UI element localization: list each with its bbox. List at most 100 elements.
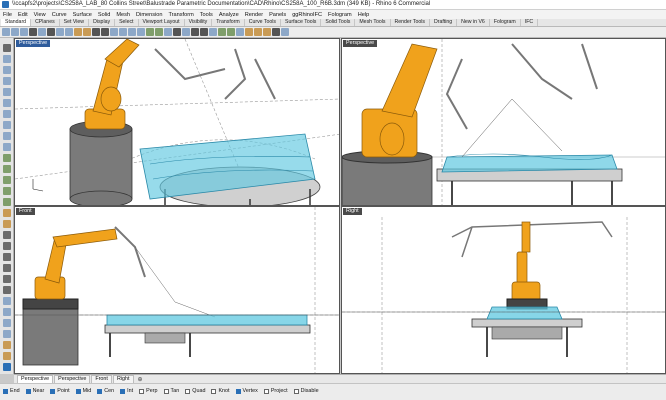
boolean-union-icon[interactable]	[3, 209, 11, 217]
viewport-perspective-1[interactable]: Perspective	[14, 38, 340, 206]
viewport-title-front[interactable]: Front	[16, 208, 35, 215]
cut-icon[interactable]	[47, 28, 55, 36]
help-icon[interactable]	[281, 28, 289, 36]
zoom-icon[interactable]	[110, 28, 118, 36]
redo-icon[interactable]	[83, 28, 91, 36]
text-tool-icon[interactable]	[3, 352, 11, 360]
menu-solid[interactable]: Solid	[98, 12, 110, 18]
mesh-icon[interactable]	[236, 28, 244, 36]
split-tool-icon[interactable]	[3, 308, 11, 316]
copy-tool-icon[interactable]	[3, 242, 11, 250]
tab-surface-tools[interactable]: Surface Tools	[281, 19, 322, 26]
osnap-near-checkbox[interactable]	[25, 388, 31, 394]
osnap-int-checkbox[interactable]	[120, 388, 126, 394]
menu-analyze[interactable]: Analyze	[219, 12, 239, 18]
layer-icon[interactable]	[164, 28, 172, 36]
point-tool-icon[interactable]	[3, 55, 11, 63]
menu-edit[interactable]: Edit	[18, 12, 28, 18]
surface-icon[interactable]	[218, 28, 226, 36]
rectangle-tool-icon[interactable]	[3, 121, 11, 129]
display-mode-icon[interactable]	[182, 28, 190, 36]
curve-tool-icon[interactable]	[3, 88, 11, 96]
print-icon[interactable]	[29, 28, 37, 36]
tab-mesh-tools[interactable]: Mesh Tools	[355, 19, 391, 26]
zoom-extents-icon[interactable]	[128, 28, 136, 36]
osnap-disable[interactable]: Disable	[293, 388, 319, 394]
options-icon[interactable]	[272, 28, 280, 36]
osnap-quad-checkbox[interactable]	[185, 388, 191, 394]
osnap-tan[interactable]: Tan	[163, 388, 179, 394]
menu-curve[interactable]: Curve	[52, 12, 67, 18]
osnap-point[interactable]: Point	[50, 388, 70, 394]
new-icon[interactable]	[2, 28, 10, 36]
select-pointer-icon[interactable]	[3, 44, 11, 52]
viewport-right[interactable]: Right	[341, 206, 666, 374]
extrude-tool-icon[interactable]	[3, 165, 11, 173]
loft-tool-icon[interactable]	[3, 176, 11, 184]
osnap-vertex-checkbox[interactable]	[235, 388, 241, 394]
tab-select[interactable]: Select	[115, 19, 139, 26]
viewport-perspective-2[interactable]: Perspective	[341, 38, 666, 206]
rotate-tool-icon[interactable]	[3, 253, 11, 261]
osnap-near[interactable]: Near	[25, 388, 44, 394]
array-tool-icon[interactable]	[3, 286, 11, 294]
properties-icon[interactable]	[173, 28, 181, 36]
tab-viewport-layout[interactable]: Viewport Layout	[139, 19, 185, 26]
paste-icon[interactable]	[65, 28, 73, 36]
menu-mesh[interactable]: Mesh	[116, 12, 130, 18]
render-icon[interactable]	[245, 28, 253, 36]
tab-fologram[interactable]: Fologram	[490, 19, 521, 26]
undo-icon[interactable]	[74, 28, 82, 36]
viewport-front[interactable]: Front	[14, 206, 340, 374]
menu-fologram[interactable]: Fologram	[328, 12, 352, 18]
viewport-title-perspective-2[interactable]: Perspective	[343, 40, 378, 47]
osnap-knot-checkbox[interactable]	[211, 388, 217, 394]
boolean-difference-icon[interactable]	[3, 220, 11, 228]
viewport-tab-perspective-2[interactable]: Perspective	[54, 375, 91, 383]
osnap-disable-checkbox[interactable]	[293, 388, 299, 394]
viewport-title-perspective-1[interactable]: Perspective	[16, 40, 51, 47]
tab-ifc[interactable]: IFC	[521, 19, 539, 26]
tab-drafting[interactable]: Drafting	[430, 19, 458, 26]
light-icon[interactable]	[263, 28, 271, 36]
osnap-perp[interactable]: Perp	[139, 388, 158, 394]
osnap-end[interactable]: End	[3, 388, 20, 394]
osnap-mid-checkbox[interactable]	[75, 388, 81, 394]
zoom-window-icon[interactable]	[119, 28, 127, 36]
pan-icon[interactable]	[92, 28, 100, 36]
osnap-project-checkbox[interactable]	[263, 388, 269, 394]
osnap-int[interactable]: Int	[120, 388, 133, 394]
osnap-quad[interactable]: Quad	[185, 388, 205, 394]
menu-tools[interactable]: Tools	[200, 12, 213, 18]
tab-solid-tools[interactable]: Solid Tools	[321, 19, 356, 26]
mirror-tool-icon[interactable]	[3, 275, 11, 283]
arc-tool-icon[interactable]	[3, 110, 11, 118]
tab-cplanes[interactable]: CPlanes	[31, 19, 60, 26]
osnap-knot[interactable]: Knot	[211, 388, 230, 394]
scale-tool-icon[interactable]	[3, 264, 11, 272]
save-icon[interactable]	[20, 28, 28, 36]
tab-new-in-v6[interactable]: New in V6	[457, 19, 490, 26]
explode-tool-icon[interactable]	[3, 330, 11, 338]
menu-surface[interactable]: Surface	[73, 12, 92, 18]
osnap-cen[interactable]: Cen	[97, 388, 114, 394]
zoom-selected-icon[interactable]	[137, 28, 145, 36]
osnap-perp-checkbox[interactable]	[139, 388, 145, 394]
osnap-icon[interactable]	[191, 28, 199, 36]
menu-file[interactable]: File	[3, 12, 12, 18]
copy-icon[interactable]	[56, 28, 64, 36]
menu-view[interactable]: View	[34, 12, 46, 18]
surface-tool-icon[interactable]	[3, 154, 11, 162]
viewport-tab-perspective-1[interactable]: Perspective	[17, 375, 54, 383]
viewport-tab-front[interactable]: Front	[91, 375, 112, 383]
solid-icon[interactable]	[227, 28, 235, 36]
osnap-point-checkbox[interactable]	[50, 388, 56, 394]
box-tool-icon[interactable]	[3, 187, 11, 195]
tab-visibility[interactable]: Visibility	[185, 19, 213, 26]
polyline-tool-icon[interactable]	[3, 77, 11, 85]
line-tool-icon[interactable]	[3, 66, 11, 74]
rotate-icon[interactable]	[101, 28, 109, 36]
osnap-mid[interactable]: Mid	[75, 388, 91, 394]
viewport-title-right[interactable]: Right	[343, 208, 362, 215]
osnap-end-checkbox[interactable]	[3, 388, 8, 394]
